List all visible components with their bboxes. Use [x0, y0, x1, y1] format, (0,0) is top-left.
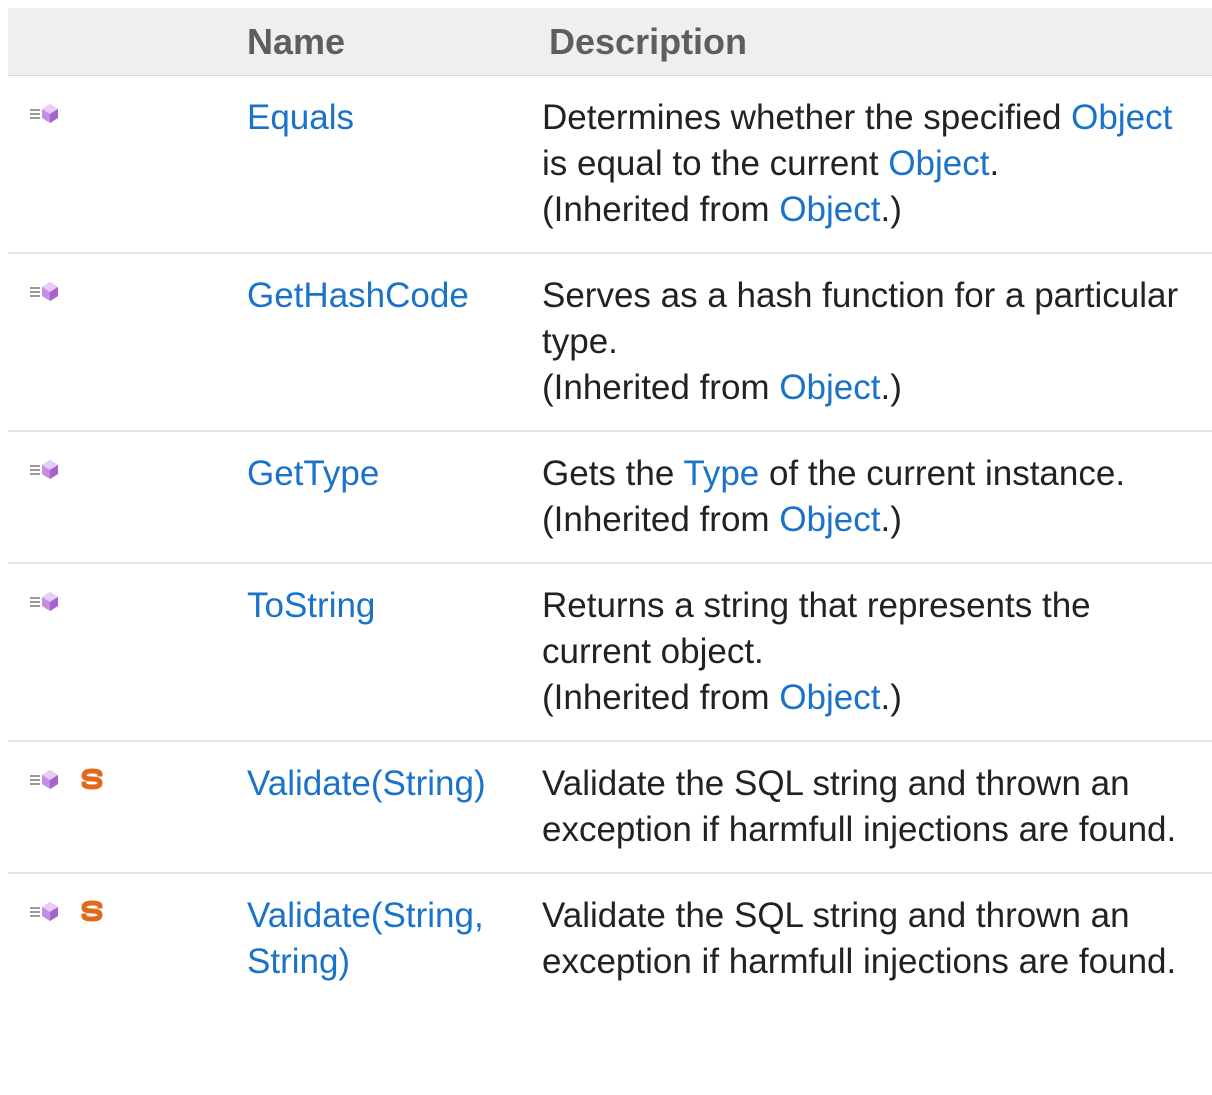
table-header-row: Name Description — [8, 8, 1212, 76]
object-link[interactable]: Object — [779, 500, 880, 539]
static-icon — [80, 756, 104, 802]
object-link[interactable]: Object — [888, 144, 989, 183]
public-method-icon — [28, 268, 62, 314]
member-description: Serves as a hash function for a particul… — [540, 253, 1212, 432]
member-description: Determines whether the specified Object … — [540, 75, 1212, 254]
icons-column-header — [8, 8, 238, 76]
member-description: Validate the SQL string and thrown an ex… — [542, 896, 1177, 981]
table-row: Validate(String) Validate the SQL string… — [8, 741, 1212, 874]
table-row: Validate(String, String) Validate the SQ… — [8, 873, 1212, 1004]
inherited-note: (Inherited from Object.) — [542, 368, 902, 407]
object-link[interactable]: Object — [779, 678, 880, 717]
member-icons — [8, 253, 238, 432]
inherited-note: (Inherited from Object.) — [542, 190, 902, 229]
member-link-validate-string[interactable]: Validate(String) — [247, 764, 486, 803]
table-row: ToString Returns a string that represent… — [8, 563, 1212, 742]
member-link-tostring[interactable]: ToString — [247, 586, 375, 625]
member-description: Returns a string that represents the cur… — [540, 563, 1212, 742]
inherited-note: (Inherited from Object.) — [542, 678, 902, 717]
member-icons — [8, 563, 238, 742]
inherited-note: (Inherited from Object.) — [542, 500, 902, 539]
member-description: Gets the Type of the current instance. (… — [540, 431, 1212, 564]
member-icons — [8, 75, 238, 254]
object-link[interactable]: Object — [1071, 98, 1172, 137]
members-table: Name Description Equals Determines wheth… — [8, 8, 1212, 1004]
member-link-equals[interactable]: Equals — [247, 98, 354, 137]
public-method-icon — [28, 578, 62, 624]
table-row: Equals Determines whether the specified … — [8, 75, 1212, 254]
member-icons — [8, 431, 238, 564]
table-row: GetType Gets the Type of the current ins… — [8, 431, 1212, 564]
member-icons — [8, 741, 238, 874]
type-link[interactable]: Type — [683, 454, 759, 493]
object-link[interactable]: Object — [779, 368, 880, 407]
member-link-validate-string-string[interactable]: Validate(String, String) — [247, 896, 484, 981]
public-method-icon — [28, 756, 62, 802]
member-icons — [8, 873, 238, 1004]
description-column-header: Description — [540, 8, 1212, 76]
name-column-header: Name — [238, 8, 540, 76]
member-description: Validate the SQL string and thrown an ex… — [540, 741, 1212, 874]
table-row: GetHashCode Serves as a hash function fo… — [8, 253, 1212, 432]
member-link-gettype[interactable]: GetType — [247, 454, 379, 493]
static-icon — [80, 888, 104, 934]
public-method-icon — [28, 90, 62, 136]
object-link[interactable]: Object — [779, 190, 880, 229]
public-method-icon — [28, 446, 62, 492]
public-method-icon — [28, 888, 62, 934]
member-link-gethashcode[interactable]: GetHashCode — [247, 276, 469, 315]
